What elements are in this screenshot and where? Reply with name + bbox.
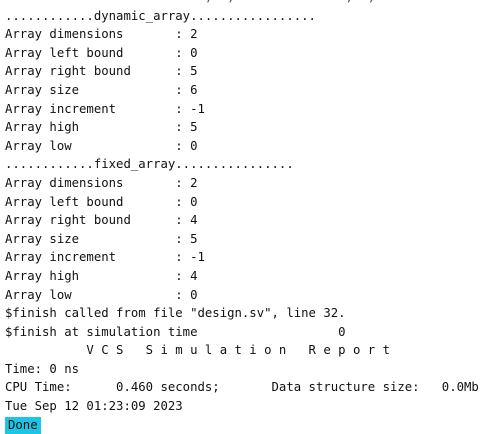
console-line-timestamp: Tue Sep 12 01:23:09 2023	[5, 399, 183, 414]
console-line: Array low : 0	[5, 138, 198, 153]
console-line-report-title: V C S S i m u l a t i o n R e p o r t	[5, 343, 390, 358]
console-line: Array increment : -1	[5, 101, 205, 116]
console-line-finish-time: $finish at simulation time 0	[5, 324, 346, 339]
console-line: Array right bound : 4	[5, 213, 198, 228]
console-line-cut: , , , ,	[5, 0, 487, 7]
console-line-fixed-header: ............fixed_array................	[5, 157, 294, 172]
console-line: Array dimensions : 2	[5, 175, 198, 190]
console-line-time: Time: 0 ns	[5, 361, 80, 376]
console-line: Array high : 4	[5, 268, 198, 283]
console-line: Array size : 6	[5, 82, 198, 97]
console-line: Array dimensions : 2	[5, 27, 198, 42]
console-line: Array size : 5	[5, 231, 198, 246]
console-line: Array high : 5	[5, 120, 198, 135]
console-line-dynamic-header: ............dynamic_array...............…	[5, 8, 316, 23]
console-line-finish-called: $finish called from file "design.sv", li…	[5, 306, 346, 321]
done-status-badge: Done	[5, 416, 41, 434]
console-line: Array left bound : 0	[5, 45, 198, 60]
console-line: Array left bound : 0	[5, 194, 198, 209]
console-line-cpu-time: CPU Time: 0.460 seconds; Data structure …	[5, 380, 479, 395]
console-line: Array low : 0	[5, 287, 198, 302]
console-line: Array increment : -1	[5, 250, 205, 265]
console-line: Array right bound : 5	[5, 64, 198, 79]
console-output: , , , , ............dynamic_array.......…	[5, 0, 487, 434]
